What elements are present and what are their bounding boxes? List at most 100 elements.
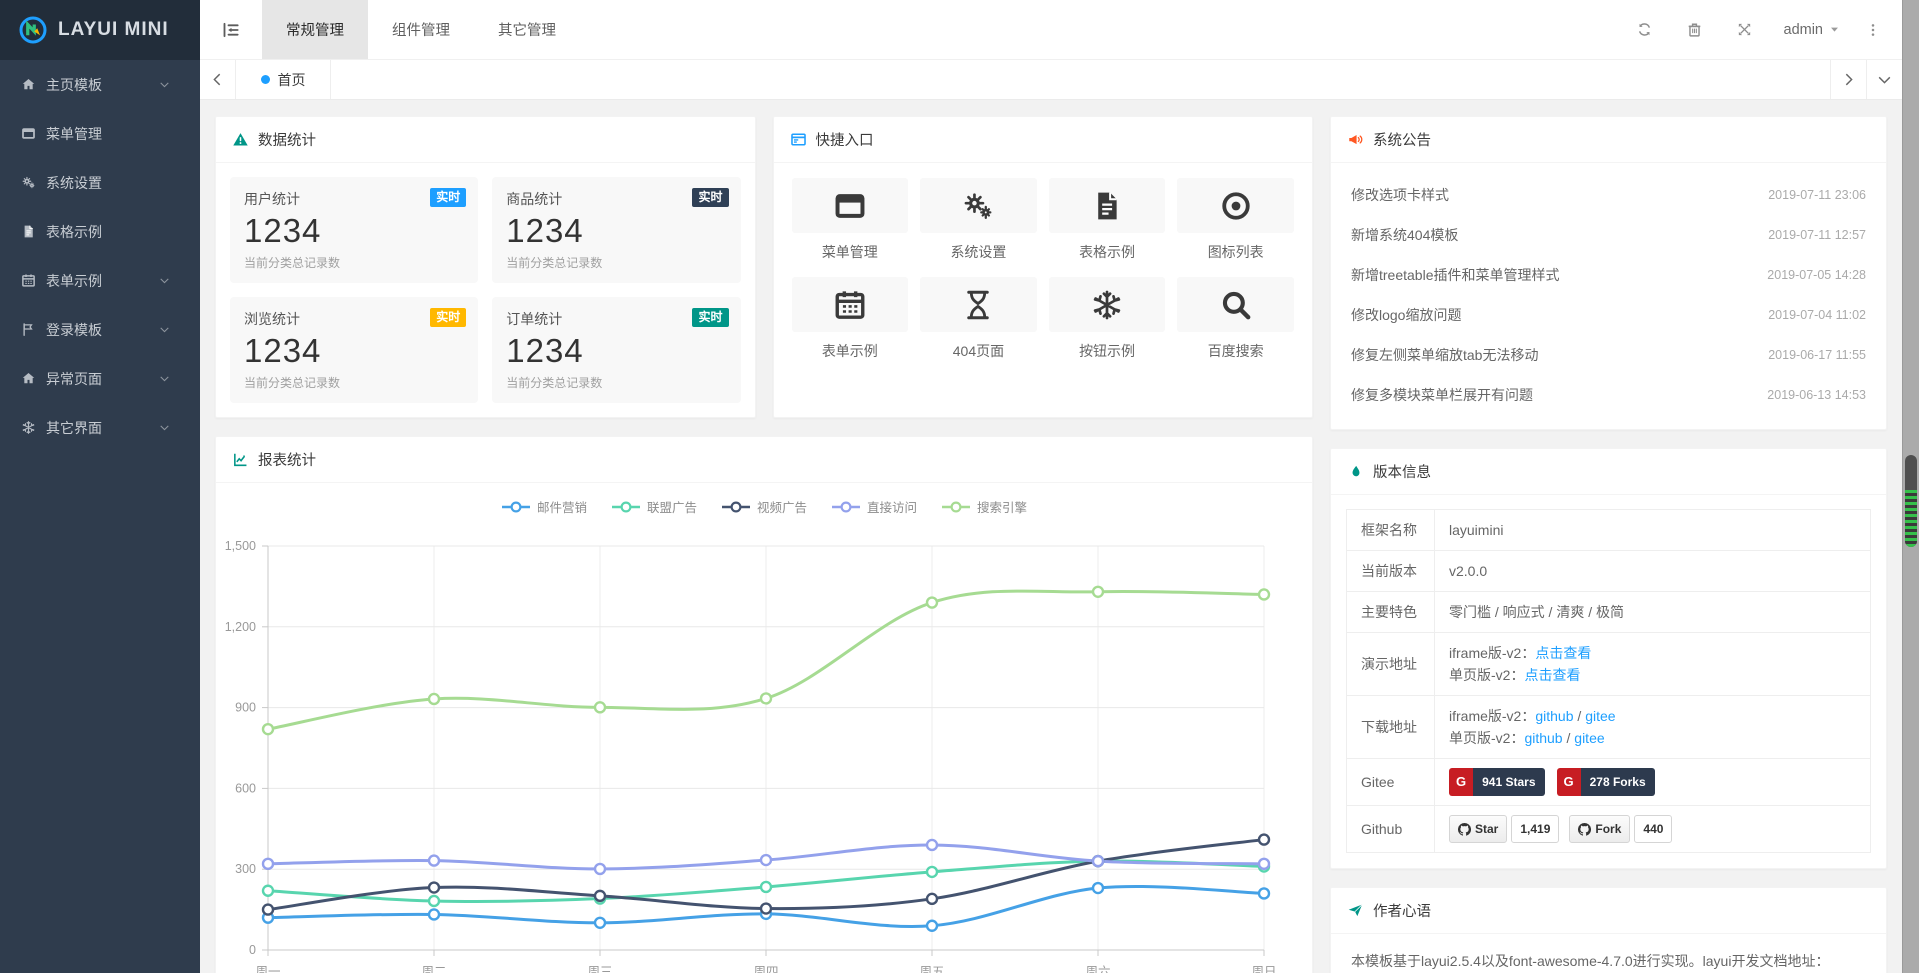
tabs-menu-button[interactable] xyxy=(1866,60,1902,99)
github-star-button[interactable]: Star xyxy=(1449,815,1507,843)
tab-label: 首页 xyxy=(278,70,306,90)
shortcut-2[interactable]: 表格示例 xyxy=(1049,178,1166,262)
octocat-icon xyxy=(1578,823,1591,836)
scrollbar-track[interactable] xyxy=(1902,0,1919,973)
realtime-badge: 实时 xyxy=(692,188,728,207)
sidebar-item-7[interactable]: 其它界面 xyxy=(0,403,200,452)
flag-icon xyxy=(20,322,37,337)
version-link[interactable]: gitee xyxy=(1585,708,1615,724)
svg-text:300: 300 xyxy=(235,862,256,876)
github-fork-button[interactable]: Fork xyxy=(1569,815,1630,843)
version-row-4: 下载地址iframe版-v2：github / gitee单页版-v2：gith… xyxy=(1347,696,1871,759)
file-icon xyxy=(1090,189,1124,223)
tabbar: 首页 xyxy=(200,60,1902,100)
shortcut-5[interactable]: 404页面 xyxy=(920,277,1037,361)
dotcircle-icon xyxy=(1219,189,1253,223)
stat-box-1[interactable]: 商品统计1234当前分类总记录数实时 xyxy=(492,177,740,283)
github-count[interactable]: 440 xyxy=(1634,815,1672,843)
github-count[interactable]: 1,419 xyxy=(1511,815,1559,843)
refresh-button[interactable] xyxy=(1624,0,1666,60)
sidebar-item-0[interactable]: 主页模板 xyxy=(0,60,200,109)
gears-icon xyxy=(961,189,995,223)
top-nav-item-1[interactable]: 组件管理 xyxy=(368,0,474,59)
stat-box-3[interactable]: 订单统计1234当前分类总记录数实时 xyxy=(492,297,740,403)
top-nav-item-0[interactable]: 常规管理 xyxy=(262,0,368,59)
panel-author-note: 作者心语 本模板基于layui2.5.4以及font-awesome-4.7.0… xyxy=(1330,887,1887,973)
scrollbar-thumb[interactable] xyxy=(1905,455,1917,547)
announcement-row-4[interactable]: 修复左侧菜单缩放tab无法移动2019-06-17 11:55 xyxy=(1351,335,1866,375)
svg-text:周一: 周一 xyxy=(255,965,280,973)
tabs-scroll-right-button[interactable] xyxy=(1830,60,1866,99)
line-chart: 03006009001,2001,500周一周二周三周四周五周六周日 xyxy=(216,518,1312,973)
warning-triangle-icon xyxy=(232,131,249,148)
version-link[interactable]: github xyxy=(1524,730,1562,746)
svg-text:周二: 周二 xyxy=(421,965,446,973)
version-row-6: GithubStar1,419Fork440 xyxy=(1347,806,1871,853)
version-link[interactable]: gitee xyxy=(1574,730,1604,746)
more-menu-button[interactable] xyxy=(1858,0,1888,60)
panel-report-chart: 报表统计 邮件营销联盟广告视频广告直接访问搜索引擎 03006009001,20… xyxy=(215,436,1313,973)
shortcut-4[interactable]: 表单示例 xyxy=(792,277,909,361)
legend-item-0[interactable]: 邮件营销 xyxy=(501,497,587,516)
sidebar-item-1[interactable]: 菜单管理 xyxy=(0,109,200,158)
sidebar-collapse-button[interactable] xyxy=(200,0,262,59)
trash-icon xyxy=(1686,21,1703,38)
sidebar-item-5[interactable]: 登录模板 xyxy=(0,305,200,354)
stat-box-2[interactable]: 浏览统计1234当前分类总记录数实时 xyxy=(230,297,478,403)
legend-item-2[interactable]: 视频广告 xyxy=(721,497,807,516)
svg-text:周三: 周三 xyxy=(587,965,612,973)
gitee-badge[interactable]: G941 Stars xyxy=(1449,768,1545,796)
panel-version-info: 版本信息 框架名称layuimini当前版本v2.0.0主要特色零门槛 / 响应… xyxy=(1330,448,1887,869)
announcement-row-5[interactable]: 修复多模块菜单栏展开有问题2019-06-13 14:53 xyxy=(1351,375,1866,415)
shortcut-0[interactable]: 菜单管理 xyxy=(792,178,909,262)
sidebar-item-4[interactable]: 表单示例 xyxy=(0,256,200,305)
svg-text:1,500: 1,500 xyxy=(225,539,256,553)
legend-item-1[interactable]: 联盟广告 xyxy=(611,497,697,516)
shortcut-6[interactable]: 按钮示例 xyxy=(1049,277,1166,361)
svg-text:周四: 周四 xyxy=(753,965,778,973)
version-link[interactable]: github xyxy=(1535,708,1573,724)
chevron-down-icon xyxy=(156,372,173,385)
version-link[interactable]: 点击查看 xyxy=(1535,645,1591,661)
chevron-left-icon xyxy=(210,72,225,87)
shortcut-3[interactable]: 图标列表 xyxy=(1177,178,1294,262)
sidebar-item-2[interactable]: 系统设置 xyxy=(0,158,200,207)
sidebar-item-6[interactable]: 异常页面 xyxy=(0,354,200,403)
svg-text:900: 900 xyxy=(235,701,256,715)
fullscreen-button[interactable] xyxy=(1724,0,1766,60)
svg-text:600: 600 xyxy=(235,781,256,795)
snowflake-icon xyxy=(20,420,37,435)
shortcut-7[interactable]: 百度搜索 xyxy=(1177,277,1294,361)
search-icon xyxy=(1219,288,1253,322)
announcement-row-2[interactable]: 新增treetable插件和菜单管理样式2019-07-05 14:28 xyxy=(1351,255,1866,295)
announcement-row-0[interactable]: 修改选项卡样式2019-07-11 23:06 xyxy=(1351,175,1866,215)
panel-data-stats: 数据统计 用户统计1234当前分类总记录数实时商品统计1234当前分类总记录数实… xyxy=(215,116,756,418)
home-icon xyxy=(20,371,37,386)
realtime-badge: 实时 xyxy=(430,308,466,327)
svg-text:1,200: 1,200 xyxy=(225,620,256,634)
shortcut-1[interactable]: 系统设置 xyxy=(920,178,1037,262)
panel-shortcuts: 快捷入口 菜单管理系统设置表格示例图标列表表单示例404页面按钮示例百度搜索 xyxy=(773,116,1314,418)
panel-title: 数据统计 xyxy=(258,129,316,150)
top-nav-item-2[interactable]: 其它管理 xyxy=(474,0,580,59)
stat-box-0[interactable]: 用户统计1234当前分类总记录数实时 xyxy=(230,177,478,283)
version-link[interactable]: 点击查看 xyxy=(1524,667,1580,683)
version-row-0: 框架名称layuimini xyxy=(1347,510,1871,551)
sidebar-item-3[interactable]: 表格示例 xyxy=(0,207,200,256)
file-icon xyxy=(20,224,37,239)
announcement-row-3[interactable]: 修改logo缩放问题2019-07-04 11:02 xyxy=(1351,295,1866,335)
user-menu[interactable]: admin xyxy=(1774,22,1851,38)
announcement-row-1[interactable]: 新增系统404模板2019-07-11 12:57 xyxy=(1351,215,1866,255)
calendar-icon xyxy=(833,288,867,322)
card-window-icon xyxy=(790,131,807,148)
tabs-scroll-left-button[interactable] xyxy=(200,60,236,99)
app-logo[interactable]: LAYUI MINI xyxy=(0,0,200,60)
gitee-badge[interactable]: G278 Forks xyxy=(1557,768,1655,796)
legend-item-4[interactable]: 搜索引擎 xyxy=(941,497,1027,516)
legend-item-3[interactable]: 直接访问 xyxy=(831,497,917,516)
clear-cache-button[interactable] xyxy=(1674,0,1716,60)
tab-home[interactable]: 首页 xyxy=(235,60,331,99)
top-nav: 常规管理组件管理其它管理 xyxy=(262,0,580,59)
github-widget: Fork440 xyxy=(1569,815,1672,843)
leaf-icon xyxy=(1347,464,1364,480)
